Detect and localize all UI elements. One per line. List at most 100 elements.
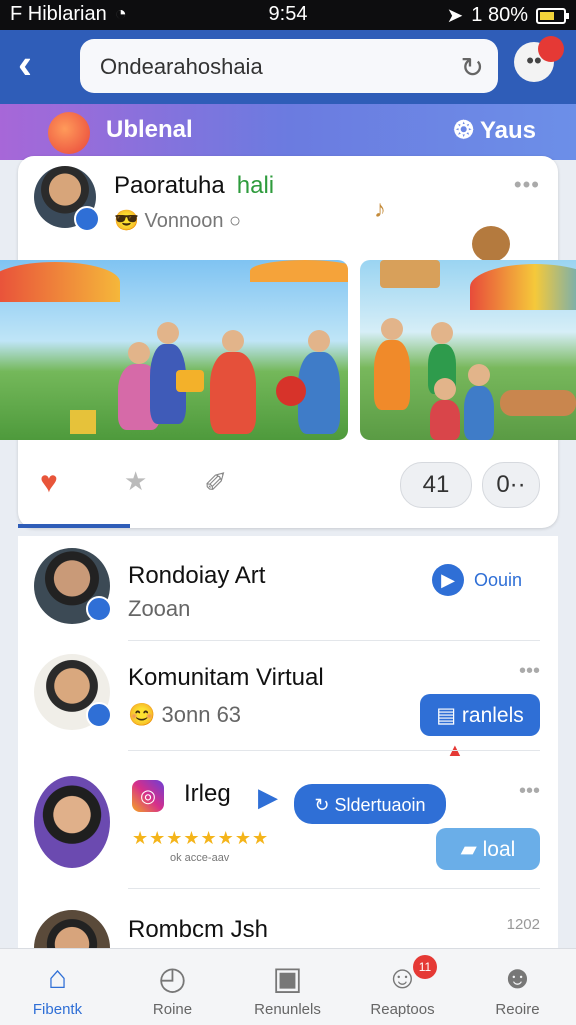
channels-button-label: ranlels <box>461 704 524 727</box>
active-tab-indicator <box>18 524 130 528</box>
more-icon[interactable]: ••• <box>519 780 540 803</box>
banner-right-link[interactable]: ❂ Yaus <box>454 116 536 145</box>
toy-house <box>380 260 440 288</box>
search-small-icon: ○ <box>229 210 242 232</box>
back-arrow-icon: ‹ <box>18 40 32 87</box>
list-item-title: Irleg <box>184 780 231 807</box>
count-pill[interactable]: 41 <box>400 462 472 508</box>
banner-title: Ublenal <box>106 116 193 143</box>
nav-item-camera[interactable]: ▣ Renunlels <box>230 949 345 1025</box>
post-action-bar: ♥ ★ ✐ 41 0·· <box>18 448 558 528</box>
battery-icon <box>536 7 569 24</box>
table <box>500 390 576 416</box>
rating-text: ok acce-aav <box>170 852 230 864</box>
nav-item-people[interactable]: ☺ 11 Reaptoos <box>345 949 460 1025</box>
bottom-navigation: ⌂ Fibentk ◴ Roine ▣ Renunlels ☺ 11 Reapt… <box>0 948 576 1025</box>
back-button[interactable]: ‹ <box>18 43 58 86</box>
divider <box>128 750 540 751</box>
list-item[interactable]: Komunitam Virtual 😊 3onn 63 ••• ▤ ranlel… <box>18 646 558 760</box>
community-logo <box>48 112 90 154</box>
folder-icon: ▰ <box>460 838 483 861</box>
chat-icon: ◴ <box>158 960 187 996</box>
search-input[interactable] <box>98 39 442 95</box>
list-item[interactable]: ◎ Irleg ▶ ↻ Sldertuaoin ★★★★★★★★ ok acce… <box>18 766 558 878</box>
nav-item-profile[interactable]: ☻ Reoire <box>460 949 575 1025</box>
status-right: ➤ 1 80% <box>446 3 569 28</box>
battery-percent: 1 80% <box>471 4 528 26</box>
status-bar: F Hiblarian ◔ 9:54 ➤ 1 80% <box>0 0 576 30</box>
banner-right-label: Yaus <box>479 117 536 144</box>
local-button[interactable]: ▰ loal <box>436 828 540 870</box>
emoji-icon: 😊 <box>128 702 162 727</box>
community-banner: Ublenal ❂ Yaus <box>0 104 576 160</box>
verified-badge-icon <box>74 206 100 232</box>
post-sub-label: Vonnoon <box>144 210 224 232</box>
post-highlight: hali <box>236 172 275 199</box>
avatar <box>34 654 112 730</box>
reaction-icon[interactable]: ♥ <box>40 466 58 500</box>
rating-stars: ★★★★★★★★ <box>132 828 270 848</box>
notification-dot <box>538 36 564 62</box>
tag-icon[interactable]: ✐ <box>204 466 227 499</box>
notification-badge: 11 <box>413 955 437 979</box>
post-more-button[interactable]: ••• <box>514 172 540 198</box>
avatar <box>34 910 110 950</box>
list-item-subtitle-text: 3onn 63 <box>161 702 242 727</box>
refresh-icon[interactable]: ↻ <box>461 51 484 84</box>
chat-bubble-icon: ▶ <box>432 564 464 596</box>
list-item-subtitle: 😊 3onn 63 <box>128 702 241 728</box>
list-item[interactable]: Rondoiay Art Zooan ▶ Oouin <box>18 536 558 648</box>
location-icon: ➤ <box>446 5 464 27</box>
more-pill[interactable]: 0·· <box>482 462 540 508</box>
child-figure <box>464 386 494 440</box>
music-note-icon: ♪ <box>374 196 386 223</box>
post-subtitle: 😎 Vonnoon ○ <box>114 208 241 233</box>
subscribe-button-label: Sldertuaoin <box>334 795 426 815</box>
list-item-title: Rombcm Jsh <box>128 916 269 943</box>
red-ball <box>276 376 306 406</box>
community-list: Rondoiay Art Zooan ▶ Oouin Komunitam Vir… <box>18 536 558 950</box>
avatar <box>34 548 112 624</box>
star-icon[interactable]: ★ <box>124 466 147 497</box>
chat-action-label: Oouin <box>474 569 523 590</box>
umbrella-shape <box>0 262 120 302</box>
nav-label: Roine <box>152 1001 193 1018</box>
child-figure <box>430 400 460 440</box>
post-author-avatar[interactable] <box>34 166 100 232</box>
child-figure <box>210 352 256 434</box>
post-image-1[interactable] <box>0 260 348 440</box>
chat-action[interactable]: ▶ Oouin <box>432 564 522 596</box>
search-box[interactable]: ↻ <box>80 39 498 95</box>
nav-item-home[interactable]: ⌂ Fibentk <box>0 949 115 1025</box>
list-item-title: Komunitam Virtual <box>128 664 324 691</box>
profile-avatar-button[interactable]: •• <box>514 36 564 82</box>
umbrella-shape <box>470 264 576 310</box>
list-item[interactable]: Rombcm Jsh 1202 <box>18 898 558 950</box>
nav-label: Fibentk <box>32 1001 83 1018</box>
gift-box <box>176 370 204 392</box>
channels-button[interactable]: ▤ ranlels <box>420 694 540 736</box>
profile-icon: ☻ <box>500 959 535 995</box>
nav-item-chat[interactable]: ◴ Roine <box>115 949 230 1025</box>
more-icon[interactable]: ••• <box>519 660 540 683</box>
nav-label: Renunlels <box>254 1001 321 1018</box>
divider <box>128 640 540 641</box>
emoji-icon: 😎 <box>114 210 139 232</box>
toy-block <box>70 410 96 434</box>
badge-icon: ❂ <box>453 117 480 144</box>
post-author-label: Paoratuha <box>114 172 225 199</box>
post-image-2[interactable] <box>360 260 576 440</box>
list-item-title: Rondoiay Art <box>128 562 266 589</box>
post-author-name[interactable]: Paoratuha hali <box>114 172 274 200</box>
play-icon[interactable]: ▶ <box>258 782 278 813</box>
instagram-icon: ◎ <box>132 780 164 812</box>
subscribe-button[interactable]: ↻ Sldertuaoin <box>294 784 446 824</box>
verified-badge-icon <box>86 702 112 728</box>
refresh-small-icon: ↻ <box>314 795 335 815</box>
verified-badge-icon <box>86 596 112 622</box>
list-item-subtitle: Zooan <box>128 596 191 621</box>
local-button-label: loal <box>482 838 516 861</box>
app-bar: ‹ ↻ •• <box>0 30 576 104</box>
nav-label: Reoire <box>495 1001 540 1018</box>
nav-label: Reaptoos <box>370 1001 435 1018</box>
